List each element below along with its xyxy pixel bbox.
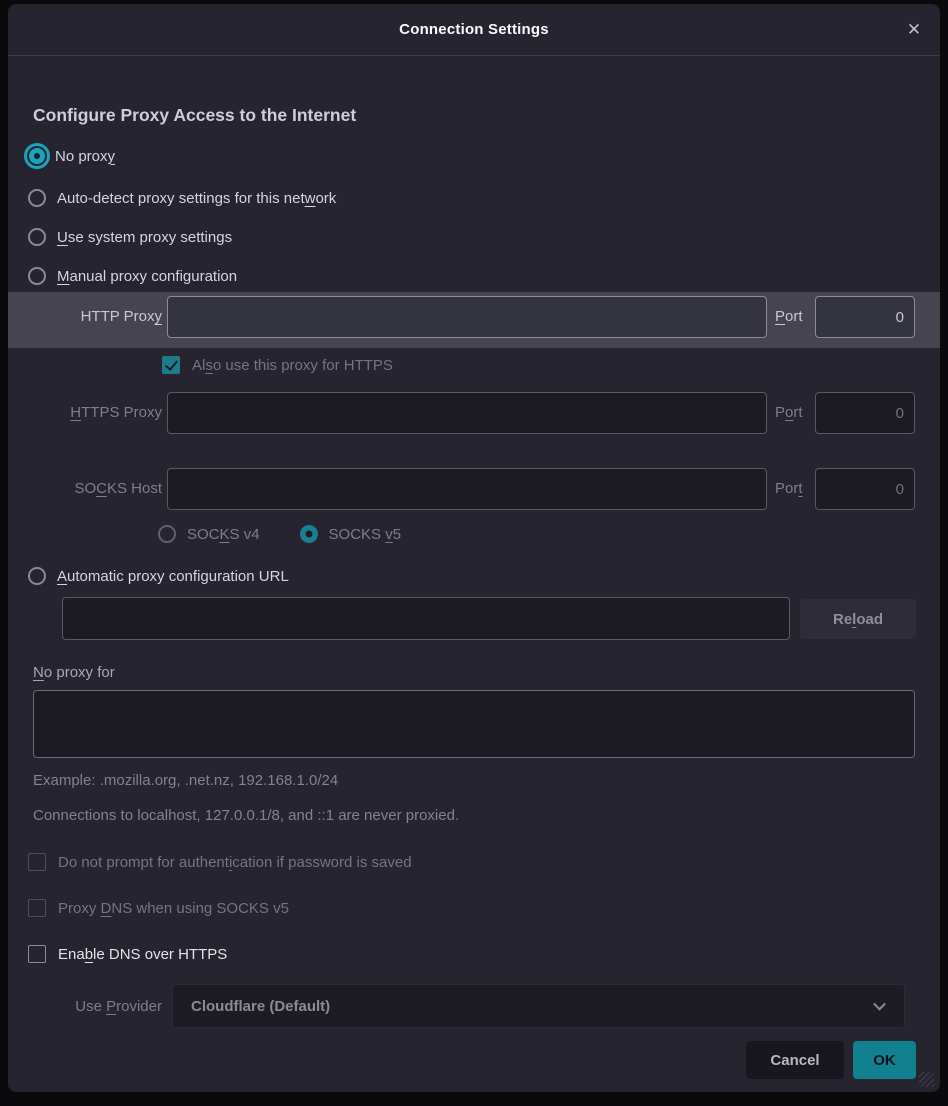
http-proxy-input[interactable] <box>167 296 767 338</box>
radio-socks-v4-label: SOCKS v4 <box>187 526 260 543</box>
radio-socks-v4[interactable]: SOCKS v4 <box>158 525 260 543</box>
radio-manual-label: Manual proxy configuration <box>57 268 237 285</box>
checkbox-unchecked-icon <box>28 853 46 871</box>
radio-socks-v5[interactable]: SOCKS v5 <box>300 525 402 543</box>
resize-grip[interactable] <box>919 1072 934 1087</box>
auto-url-input[interactable] <box>62 597 790 640</box>
checkbox-no-prompt-auth-label: Do not prompt for authentication if pass… <box>58 854 412 871</box>
socks-host-input[interactable] <box>167 468 767 510</box>
checkbox-proxy-dns-label: Proxy DNS when using SOCKS v5 <box>58 900 289 917</box>
radio-auto-url-label: Automatic proxy configuration URL <box>57 568 289 585</box>
radio-unselected-icon <box>28 228 46 246</box>
socks-version-group: SOCKS v4 SOCKS v5 <box>158 521 401 547</box>
no-proxy-example-text: Example: .mozilla.org, .net.nz, 192.168.… <box>33 772 338 789</box>
radio-unselected-icon <box>28 267 46 285</box>
use-provider-label: Use Provider <box>8 998 162 1015</box>
socks-port-label: Port <box>775 480 803 497</box>
radio-use-system[interactable]: Use system proxy settings <box>28 224 232 250</box>
checkbox-enable-doh[interactable]: Enable DNS over HTTPS <box>28 945 227 963</box>
no-proxy-for-textarea[interactable] <box>33 690 915 758</box>
radio-use-system-label: Use system proxy settings <box>57 229 232 246</box>
localhost-note-text: Connections to localhost, 127.0.0.1/8, a… <box>33 807 459 824</box>
radio-unselected-icon <box>28 189 46 207</box>
cancel-button[interactable]: Cancel <box>746 1041 844 1079</box>
http-port-input[interactable] <box>815 296 915 338</box>
no-proxy-for-label: No proxy for <box>33 664 115 681</box>
radio-auto-url[interactable]: Automatic proxy configuration URL <box>28 563 289 589</box>
radio-no-proxy[interactable]: No proxy <box>24 143 115 169</box>
dialog-titlebar: Connection Settings ✕ <box>8 4 940 56</box>
radio-selected-icon <box>24 143 50 169</box>
checkbox-checked-icon <box>162 356 180 374</box>
https-proxy-input[interactable] <box>167 392 767 434</box>
radio-socks-v5-label: SOCKS v5 <box>329 526 402 543</box>
http-port-label: Port <box>775 308 803 325</box>
provider-selected-value: Cloudflare (Default) <box>191 998 330 1015</box>
radio-selected-icon <box>300 525 318 543</box>
checkbox-also-https[interactable]: Also use this proxy for HTTPS <box>162 356 393 374</box>
connection-settings-dialog: Connection Settings ✕ Configure Proxy Ac… <box>8 4 940 1092</box>
radio-manual[interactable]: Manual proxy configuration <box>28 263 237 289</box>
socks-port-input[interactable] <box>815 468 915 510</box>
https-port-input[interactable] <box>815 392 915 434</box>
close-button[interactable]: ✕ <box>900 16 928 44</box>
radio-no-proxy-label: No proxy <box>55 148 115 165</box>
radio-auto-detect[interactable]: Auto-detect proxy settings for this netw… <box>28 185 336 211</box>
provider-select[interactable]: Cloudflare (Default) <box>172 984 905 1028</box>
chevron-down-icon <box>873 998 886 1011</box>
checkbox-enable-doh-label: Enable DNS over HTTPS <box>58 946 227 963</box>
reload-button[interactable]: Reload <box>800 599 916 639</box>
radio-auto-detect-label: Auto-detect proxy settings for this netw… <box>57 190 336 207</box>
checkbox-also-https-label: Also use this proxy for HTTPS <box>192 357 393 374</box>
dialog-title: Connection Settings <box>399 21 549 38</box>
checkbox-unchecked-icon <box>28 945 46 963</box>
https-port-label: Port <box>775 404 803 421</box>
radio-unselected-icon <box>28 567 46 585</box>
checkbox-unchecked-icon <box>28 899 46 917</box>
close-icon: ✕ <box>907 20 921 40</box>
radio-unselected-icon <box>158 525 176 543</box>
socks-host-label: SOCKS Host <box>8 480 162 497</box>
page-title: Configure Proxy Access to the Internet <box>33 105 356 126</box>
ok-button[interactable]: OK <box>853 1041 916 1079</box>
https-proxy-label: HTTPS Proxy <box>8 404 162 421</box>
checkbox-proxy-dns[interactable]: Proxy DNS when using SOCKS v5 <box>28 899 289 917</box>
http-proxy-label: HTTP Proxy <box>8 308 162 325</box>
checkbox-no-prompt-auth[interactable]: Do not prompt for authentication if pass… <box>28 853 412 871</box>
